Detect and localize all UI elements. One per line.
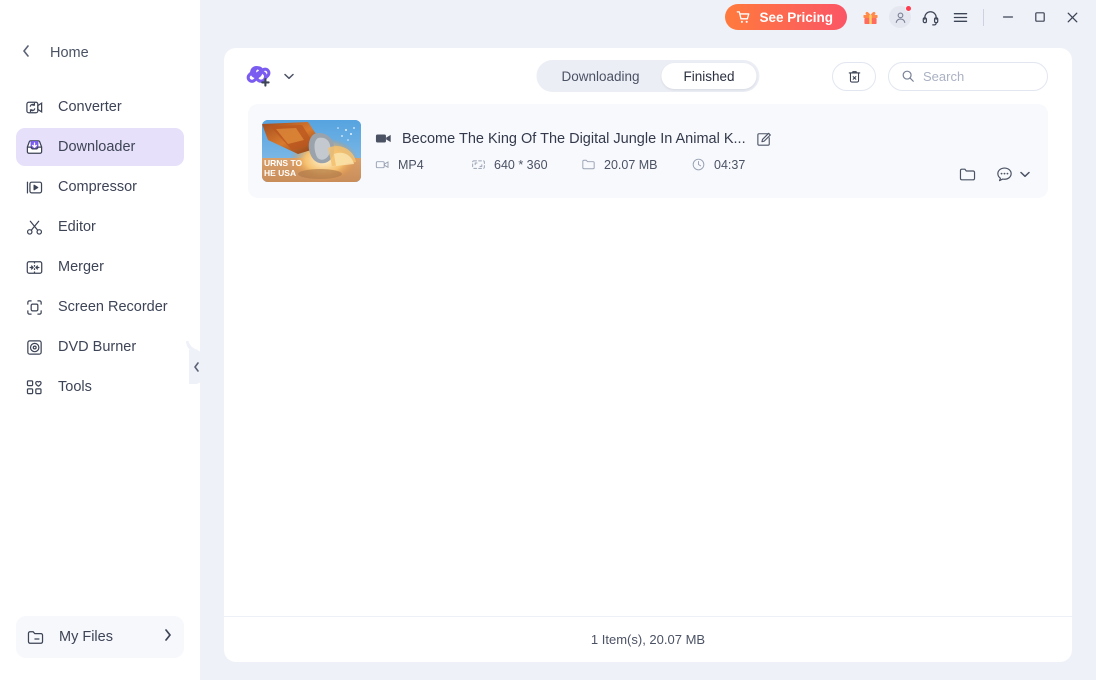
screen-recorder-icon: [24, 297, 44, 317]
add-link-button[interactable]: [246, 62, 294, 90]
sidebar: Home Converter Downloader Compressor Edi…: [0, 0, 200, 680]
avatar: [889, 5, 912, 28]
search-input[interactable]: [923, 68, 1035, 84]
tools-grid-icon: [24, 377, 44, 397]
folder-size-icon: [581, 157, 596, 172]
download-list: URNS TO HE USA Become The King Of The Di…: [224, 104, 1072, 616]
item-title: Become The King Of The Digital Jungle In…: [402, 130, 746, 147]
minimize-icon[interactable]: [992, 3, 1024, 31]
clock-icon: [691, 157, 706, 172]
toolbar-right-group: [832, 61, 1048, 91]
sidebar-item-label: Merger: [58, 259, 104, 275]
open-folder-icon[interactable]: [958, 165, 977, 184]
folder-icon: [26, 628, 45, 647]
chevron-down-icon[interactable]: [284, 73, 294, 80]
sidebar-item-label: Screen Recorder: [58, 299, 168, 315]
app-window: Home Converter Downloader Compressor Edi…: [0, 0, 1096, 680]
dvd-burner-icon: [24, 337, 44, 357]
sidebar-item-tools[interactable]: Tools: [16, 368, 184, 406]
meta-size-value: 20.07 MB: [604, 157, 658, 172]
scissors-icon: [24, 217, 44, 237]
status-summary: 1 Item(s), 20.07 MB: [590, 632, 706, 647]
tab-finished[interactable]: Finished: [661, 63, 757, 89]
downloader-icon: [24, 137, 44, 157]
meta-duration-value: 04:37: [714, 157, 746, 172]
home-label: Home: [50, 45, 89, 61]
meta-format: MP4: [375, 157, 471, 172]
merger-icon: [24, 257, 44, 277]
divider: [983, 8, 984, 26]
sidebar-item-label: Editor: [58, 219, 96, 235]
see-pricing-label: See Pricing: [759, 9, 833, 25]
main-panel: Downloading Finished Search URNS TO HE U…: [224, 48, 1072, 662]
search-box[interactable]: [888, 61, 1048, 91]
more-options-icon: [995, 165, 1014, 184]
meta-size: 20.07 MB: [581, 157, 691, 172]
chevron-down-icon: [1020, 171, 1030, 178]
tab-downloading[interactable]: Downloading: [539, 63, 661, 89]
sidebar-item-compressor[interactable]: Compressor: [16, 168, 184, 206]
format-icon: [375, 157, 390, 172]
sidebar-item-dvd-burner[interactable]: DVD Burner: [16, 328, 184, 366]
item-title-row: Become The King Of The Digital Jungle In…: [375, 130, 944, 147]
search-icon: [901, 69, 915, 83]
sidebar-item-editor[interactable]: Editor: [16, 208, 184, 246]
title-bar: See Pricing: [200, 0, 1096, 34]
item-actions: [958, 165, 1030, 184]
meta-resolution-value: 640 * 360: [494, 157, 548, 172]
sidebar-item-downloader[interactable]: Downloader: [16, 128, 184, 166]
notification-badge: [905, 5, 912, 12]
sidebar-nav: Converter Downloader Compressor Editor M…: [0, 88, 200, 406]
sidebar-item-merger[interactable]: Merger: [16, 248, 184, 286]
cart-icon: [736, 10, 751, 25]
video-file-icon: [375, 130, 392, 147]
tab-switcher: Downloading Finished: [536, 60, 760, 92]
chevron-left-icon: [22, 44, 30, 62]
converter-icon: [24, 97, 44, 117]
edit-pencil-icon[interactable]: [756, 131, 772, 147]
meta-resolution: 640 * 360: [471, 157, 581, 172]
status-bar: 1 Item(s), 20.07 MB: [224, 616, 1072, 662]
my-files-label: My Files: [59, 629, 113, 645]
sidebar-item-label: Downloader: [58, 139, 136, 155]
trash-icon: [847, 69, 862, 84]
close-icon[interactable]: [1056, 3, 1088, 31]
chevron-right-icon: [164, 629, 172, 645]
more-options-button[interactable]: [995, 165, 1030, 184]
panel-toolbar: Downloading Finished: [224, 48, 1072, 104]
item-details: Become The King Of The Digital Jungle In…: [375, 130, 944, 172]
see-pricing-button[interactable]: See Pricing: [725, 4, 847, 30]
sidebar-item-screen-recorder[interactable]: Screen Recorder: [16, 288, 184, 326]
sidebar-item-label: DVD Burner: [58, 339, 137, 355]
my-files-button[interactable]: My Files: [16, 616, 184, 658]
compressor-icon: [24, 177, 44, 197]
add-link-icon: [246, 62, 274, 90]
sidebar-item-label: Converter: [58, 99, 122, 115]
sidebar-item-label: Tools: [58, 379, 92, 395]
sidebar-item-converter[interactable]: Converter: [16, 88, 184, 126]
list-item[interactable]: URNS TO HE USA Become The King Of The Di…: [248, 104, 1048, 198]
maximize-icon[interactable]: [1024, 3, 1056, 31]
hamburger-menu-icon[interactable]: [945, 2, 975, 32]
headset-icon[interactable]: [915, 2, 945, 32]
thumbnail-text-line1: URNS TO: [264, 158, 302, 168]
meta-duration: 04:37: [691, 157, 745, 172]
resolution-icon: [471, 157, 486, 172]
item-metadata: MP4 640 * 360 20.07 MB 04:37: [375, 157, 944, 172]
home-back-button[interactable]: Home: [0, 38, 200, 68]
user-avatar-icon[interactable]: [885, 2, 915, 32]
clear-list-button[interactable]: [832, 61, 876, 91]
sidebar-collapse-handle[interactable]: [188, 338, 204, 384]
video-thumbnail: URNS TO HE USA: [262, 120, 361, 182]
meta-format-value: MP4: [398, 157, 424, 172]
sidebar-item-label: Compressor: [58, 179, 137, 195]
gift-icon[interactable]: [855, 2, 885, 32]
thumbnail-text-line2: HE USA: [264, 168, 296, 178]
